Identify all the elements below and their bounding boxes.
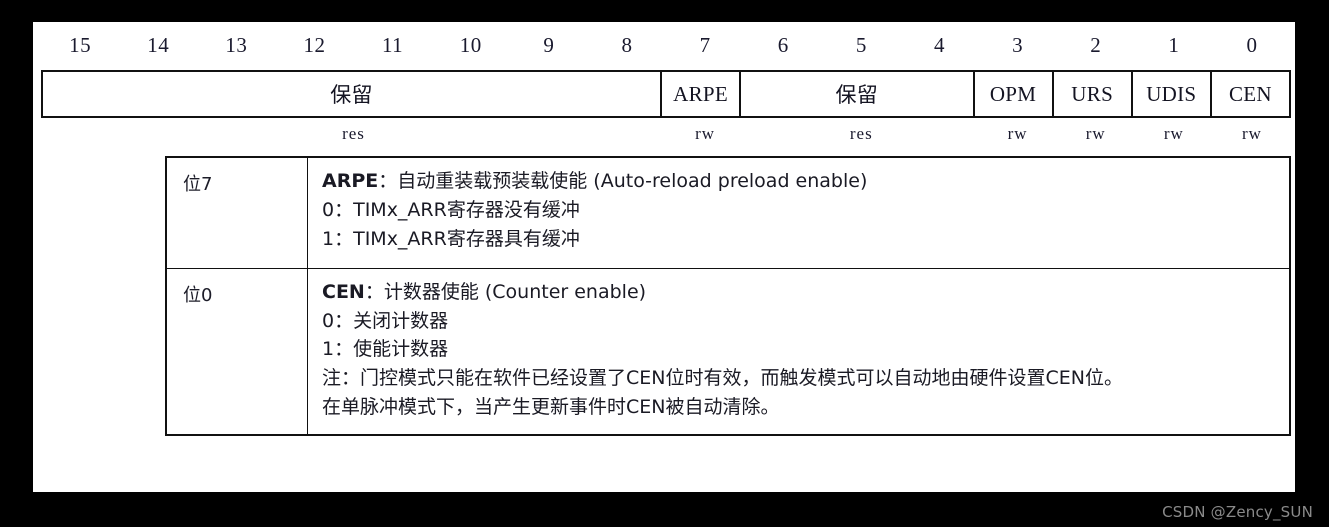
bit-number-4: 4	[933, 33, 945, 57]
bit-field-title-text: ：计数器使能 (Counter enable)	[364, 280, 647, 303]
bit-index-label: 位7	[166, 157, 308, 269]
bit-description-line: 0：TIMx_ARR寄存器没有缓冲	[322, 198, 580, 221]
bit-description-row: 位7 ARPE：自动重装载预装载使能 (Auto-reload preload e…	[166, 157, 1290, 269]
register-access-udis: rw	[1163, 124, 1184, 143]
watermark: CSDN @Zency_SUN	[1162, 503, 1313, 521]
register-field-arpe: ARPE	[662, 72, 742, 116]
bit-description-table: 位7 ARPE：自动重装载预装载使能 (Auto-reload preload e…	[165, 156, 1291, 436]
register-field-row: 保留 ARPE 保留 OPM URS UDIS CEN	[41, 70, 1291, 118]
register-access-reserved: res	[849, 124, 873, 143]
bit-field-name: ARPE	[322, 170, 379, 192]
bit-index-label: 位0	[166, 267, 308, 436]
register-access-opm: rw	[1007, 124, 1028, 143]
bit-description-line: 0：关闭计数器	[322, 309, 449, 332]
bit-index-text: 位0	[183, 284, 213, 306]
bit-number-row: 15 14 13 12 11 10 9 8 7 6 5 4 3 2 1 0	[41, 28, 1291, 62]
bit-field-title-text: ：自动重装载预装载使能 (Auto-reload preload enable)	[378, 170, 868, 192]
bit-description-line: 1：使能计数器	[322, 338, 449, 361]
register-field-reserved: 保留	[43, 72, 662, 116]
bit-description-title: ARPE：自动重装载预装载使能 (Auto-reload preload ena…	[322, 167, 1279, 196]
register-field-cen: CEN	[1228, 81, 1272, 106]
bit-number-7: 7	[699, 33, 711, 57]
bit-number-3: 3	[1012, 33, 1024, 57]
bit-number-13: 13	[225, 33, 248, 57]
bit-number-0: 0	[1246, 33, 1258, 57]
bit-description-line: 在单脉冲模式下，当产生更新事件时CEN被自动清除。	[322, 396, 780, 419]
bit-number-10: 10	[459, 33, 482, 57]
bit-description-cell: CEN：计数器使能 (Counter enable) 0：关闭计数器 1：使能计数器…	[307, 267, 1290, 436]
bit-description-row: 位0 CEN：计数器使能 (Counter enable) 0：关闭计数器 1：使能计…	[166, 267, 1290, 436]
register-field-reserved: 保留	[741, 72, 975, 116]
bit-index-text: 位7	[183, 174, 213, 195]
bit-number-12: 12	[303, 33, 326, 57]
register-field-opm: OPM	[975, 72, 1054, 116]
register-access-urs: rw	[1085, 124, 1106, 143]
bit-number-1: 1	[1168, 33, 1180, 57]
bit-number-8: 8	[621, 33, 633, 57]
register-access-cen: rw	[1241, 124, 1262, 143]
bit-field-name: CEN	[322, 280, 365, 303]
bit-number-6: 6	[777, 33, 789, 57]
bit-number-2: 2	[1090, 33, 1102, 57]
bit-number-15: 15	[69, 33, 92, 57]
bit-number-11: 11	[381, 33, 404, 57]
bit-description-body: 位7 ARPE：自动重装载预装载使能 (Auto-reload preload e…	[166, 157, 1290, 436]
register-access-row: res rw res rw rw rw rw	[41, 120, 1291, 148]
bit-description-line: 注：门控模式只能在软件已经设置了CEN位时有效，而触发模式可以自动地由硬件设置C…	[322, 367, 1123, 390]
bit-description-line: 1：TIMx_ARR寄存器具有缓冲	[322, 227, 580, 250]
register-field-urs: URS	[1054, 72, 1133, 116]
bit-description-title: CEN：计数器使能 (Counter enable)	[322, 278, 1279, 307]
bit-description-table-inner: 位7 ARPE：自动重装载预装载使能 (Auto-reload preload e…	[166, 157, 1290, 436]
bit-number-9: 9	[543, 33, 555, 57]
bit-number-14: 14	[147, 33, 170, 57]
document-page: 15 14 13 12 11 10 9 8 7 6 5 4 3 2 1 0 保留 ARPE 保留 OPM URS UDI…	[33, 22, 1295, 492]
register-access-arpe: rw	[695, 124, 716, 143]
register-field-udis: UDIS	[1133, 72, 1212, 116]
register-access-reserved: res	[342, 124, 365, 143]
bit-description-cell: ARPE：自动重装载预装载使能 (Auto-reload preload ena…	[307, 157, 1290, 269]
bit-number-5: 5	[855, 33, 867, 57]
